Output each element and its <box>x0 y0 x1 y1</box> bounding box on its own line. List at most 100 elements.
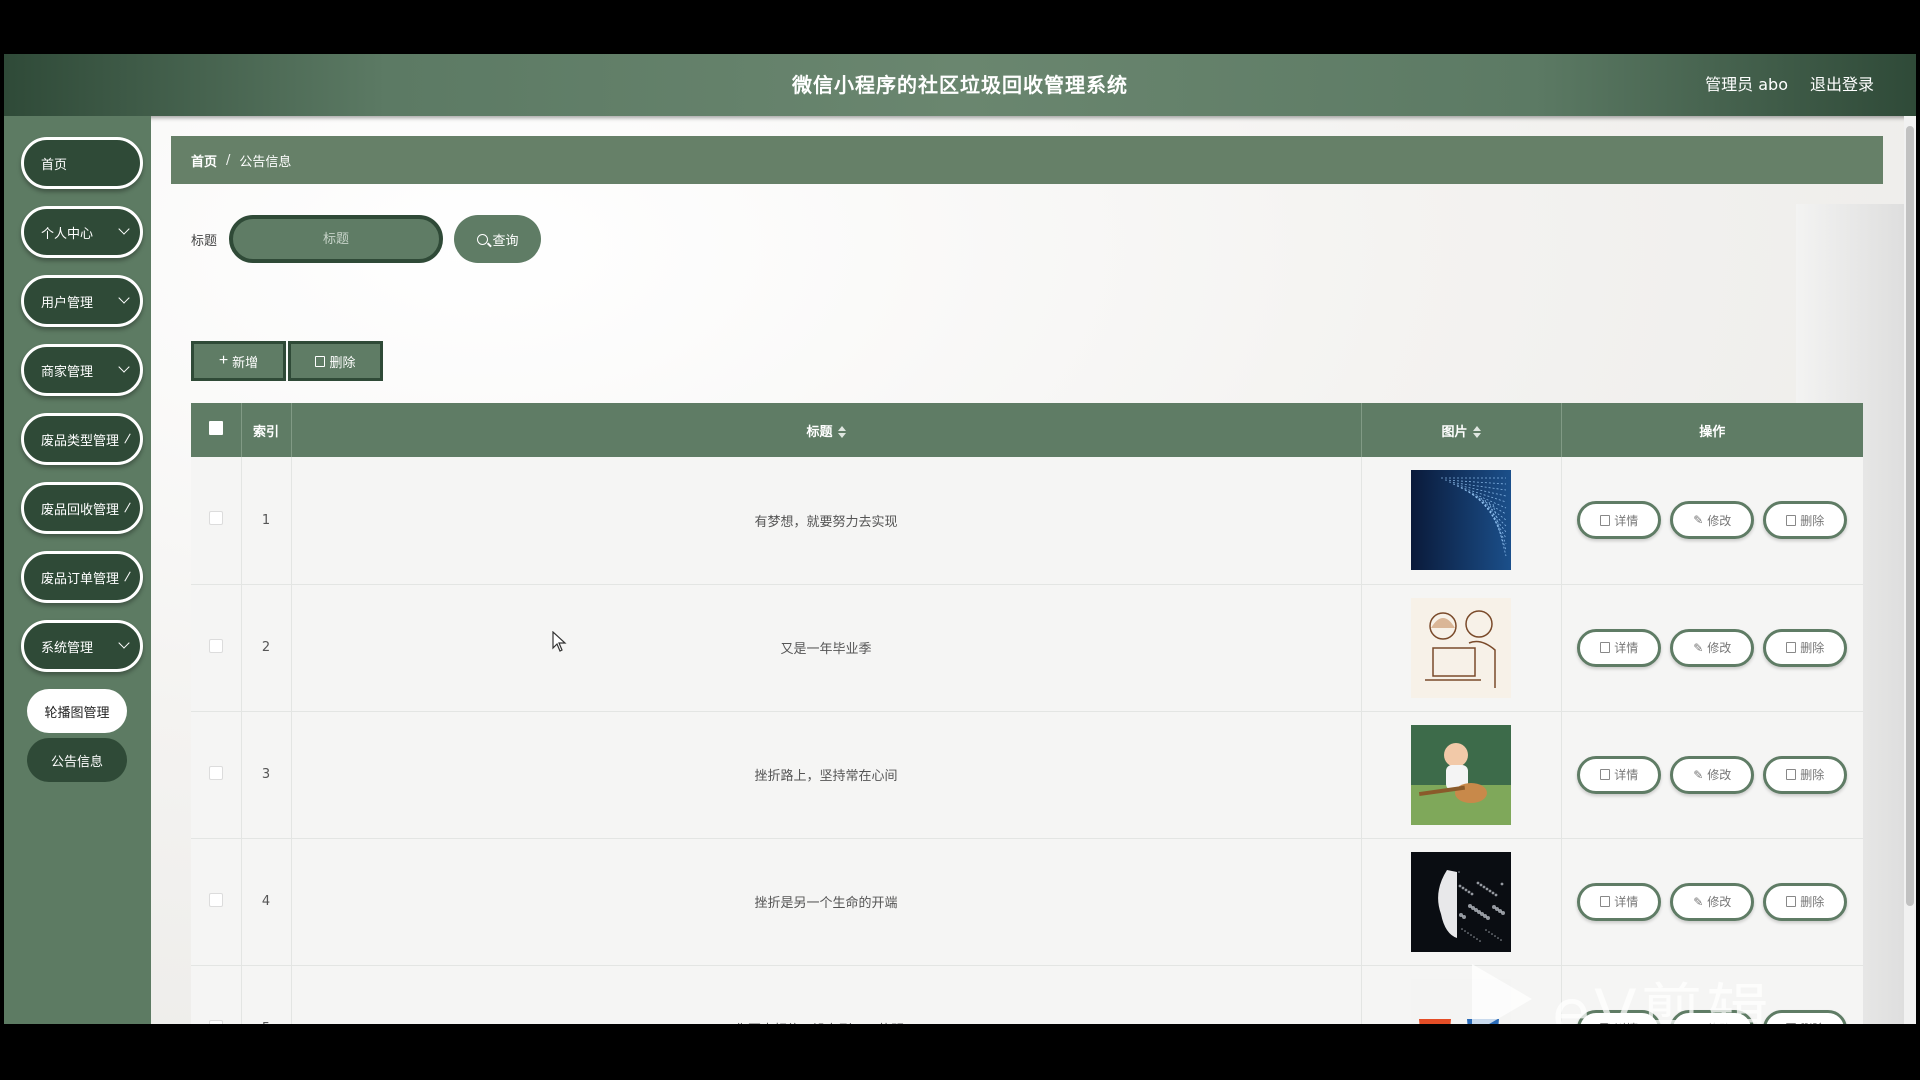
code-stream-image[interactable] <box>1411 470 1511 571</box>
pencil-icon: ✎ <box>1693 894 1704 909</box>
row-image-cell <box>1361 584 1562 711</box>
detail-button[interactable]: 详情 <box>1577 882 1662 921</box>
top-header: 微信小程序的社区垃圾回收管理系统 管理员 abo 退出登录 <box>4 54 1916 116</box>
delete-button[interactable]: 删除 <box>1763 628 1848 667</box>
sort-icon[interactable] <box>1472 426 1481 438</box>
detail-button-label: 详情 <box>1614 513 1639 528</box>
document-icon <box>1600 514 1611 526</box>
sidebar-item-users[interactable]: 用户管理 <box>21 275 143 327</box>
dissolving-face-image[interactable] <box>1411 851 1511 952</box>
breadcrumb-home[interactable]: 首页 <box>191 151 217 170</box>
delete-button-label: 删除 <box>1800 513 1825 528</box>
column-header-title[interactable]: 标题 <box>291 403 1362 457</box>
detail-button[interactable]: 详情 <box>1577 501 1662 540</box>
trash-icon <box>315 355 326 367</box>
row-checkbox[interactable] <box>208 1019 223 1024</box>
row-title: 有梦想，就要努力去实现 <box>291 457 1362 584</box>
row-operations: 详情 ✎修改删除 <box>1561 965 1863 1024</box>
edit-button[interactable]: ✎修改 <box>1670 1009 1755 1024</box>
column-header-index: 索引 <box>241 403 292 457</box>
table-row: 4 挫折是另一个生命的开端 详情 ✎ 修改 删除 <box>191 838 1863 965</box>
sidebar-item-label: 系统管理 <box>41 640 94 656</box>
delete-button[interactable]: 删除 <box>1763 501 1848 540</box>
row-checkbox[interactable] <box>208 892 223 907</box>
column-header-operations: 操作 <box>1699 424 1726 440</box>
edit-button[interactable]: ✎修改 <box>1670 628 1755 667</box>
row-image-cell <box>1361 711 1562 838</box>
sidebar-item-waste-recycling[interactable]: 废品回收管理 <box>21 482 143 534</box>
search-input[interactable] <box>229 215 444 263</box>
row-operations: 详情✎修改删除 <box>1561 838 1863 965</box>
search-bar: 标题 查询 <box>191 215 542 263</box>
detail-button[interactable]: 详情 <box>1577 628 1662 667</box>
sort-icon[interactable] <box>837 426 846 438</box>
sidebar-item-label: 废品回收管理 <box>41 502 120 518</box>
edit-button[interactable]: ✎修改 <box>1670 882 1755 921</box>
baby-guitar-image[interactable] <box>1411 724 1511 825</box>
row-index: 3 <box>241 711 292 838</box>
sidebar-item-label: 废品类型管理 <box>41 433 120 449</box>
logout-link[interactable]: 退出登录 <box>1810 54 1874 116</box>
document-icon <box>1600 769 1611 780</box>
delete-button-label: 删除 <box>1800 768 1825 782</box>
vertical-scrollbar[interactable] <box>1904 116 1916 1024</box>
row-operations: 详情✎修改 删除 <box>1561 711 1863 838</box>
html5-css3-logo-image[interactable]: 53 <box>1411 978 1511 1024</box>
detail-button[interactable]: 详情 <box>1577 755 1662 794</box>
sidebar-item-label: 废品订单管理 <box>41 571 120 587</box>
chevron-down-icon <box>124 502 131 513</box>
table-row: 2 又是一年毕业季 详情 ✎ 修改 删除 <box>191 584 1863 711</box>
column-header-image[interactable]: 图片 <box>1361 403 1562 457</box>
row-operations: 详情✎修改删除 <box>1561 584 1863 711</box>
edit-button-label: 修改 <box>1707 641 1732 655</box>
document-icon <box>1600 642 1611 653</box>
sidebar-item-merchants[interactable]: 商家管理 <box>21 344 143 396</box>
sidebar-item-waste-orders[interactable]: 废品订单管理 <box>21 551 143 603</box>
document-icon <box>1600 1023 1611 1024</box>
table-row: 5你要去相信，没有到不了的明天 53 详情 ✎ 修改 删除 <box>191 965 1863 1024</box>
edit-button[interactable]: ✎修改 <box>1670 501 1755 540</box>
sidebar-subitem-announcements[interactable]: 公告信息 <box>27 738 127 782</box>
add-button-label: 新增 <box>232 354 259 370</box>
announcement-table: 索引 标题 图片 操作 1 有梦想，就要努力去实现 详情 ✎ 修改 删除 2 又是一年毕业季详… <box>191 403 1863 1024</box>
trash-icon <box>1786 642 1797 653</box>
sidebar-item-label: 商家管理 <box>41 364 94 380</box>
row-checkbox[interactable] <box>208 765 223 780</box>
search-button[interactable]: 查询 <box>454 215 542 263</box>
pencil-icon: ✎ <box>1693 767 1704 782</box>
chevron-down-icon <box>118 361 130 373</box>
scrollbar-thumb[interactable] <box>1906 126 1914 906</box>
row-checkbox[interactable] <box>208 638 223 653</box>
sidebar-item-profile[interactable]: 个人中心 <box>21 206 143 258</box>
pencil-icon: ✎ <box>1693 640 1704 655</box>
detail-button-label: 详情 <box>1614 641 1639 655</box>
breadcrumb-current: 公告信息 <box>239 154 292 170</box>
row-title: 挫折是另一个生命的开端 <box>291 838 1362 965</box>
column-header-title-label: 标题 <box>806 424 833 440</box>
sidebar-item-waste-types[interactable]: 废品类型管理 <box>21 413 143 465</box>
delete-button[interactable]: 删除 <box>1763 1009 1848 1024</box>
sidebar-item-home[interactable]: 首页 <box>21 137 143 189</box>
table-row: 3 挫折路上，坚持常在心间 详情 ✎ 修改 删除 <box>191 711 1863 838</box>
search-icon <box>476 233 488 245</box>
select-all-cell <box>191 403 242 457</box>
row-select-cell <box>191 457 242 584</box>
search-button-label: 查询 <box>492 232 519 248</box>
chevron-down-icon <box>124 433 131 444</box>
row-image-cell <box>1361 838 1562 965</box>
delete-button[interactable]: 删除 <box>1763 755 1848 794</box>
row-checkbox[interactable] <box>208 511 223 526</box>
breadcrumb: 首页 / 公告信息 <box>171 136 1883 184</box>
sidebar-subitem-carousel[interactable]: 轮播图管理 <box>27 689 127 733</box>
sketch-couple-laptop-image[interactable] <box>1411 597 1511 698</box>
sidebar-subitem-label: 轮播图管理 <box>44 705 110 721</box>
detail-button[interactable]: 详情 <box>1577 1009 1662 1024</box>
sidebar-item-system[interactable]: 系统管理 <box>21 620 143 672</box>
select-all-checkbox[interactable] <box>208 421 223 435</box>
edit-button[interactable]: ✎修改 <box>1670 755 1755 794</box>
batch-delete-button[interactable]: 删除 <box>288 341 383 381</box>
add-button[interactable]: + 新增 <box>191 341 286 381</box>
row-select-cell <box>191 838 242 965</box>
delete-button[interactable]: 删除 <box>1763 882 1848 921</box>
table-row: 1 有梦想，就要努力去实现 详情 ✎ 修改 删除 <box>191 457 1863 584</box>
